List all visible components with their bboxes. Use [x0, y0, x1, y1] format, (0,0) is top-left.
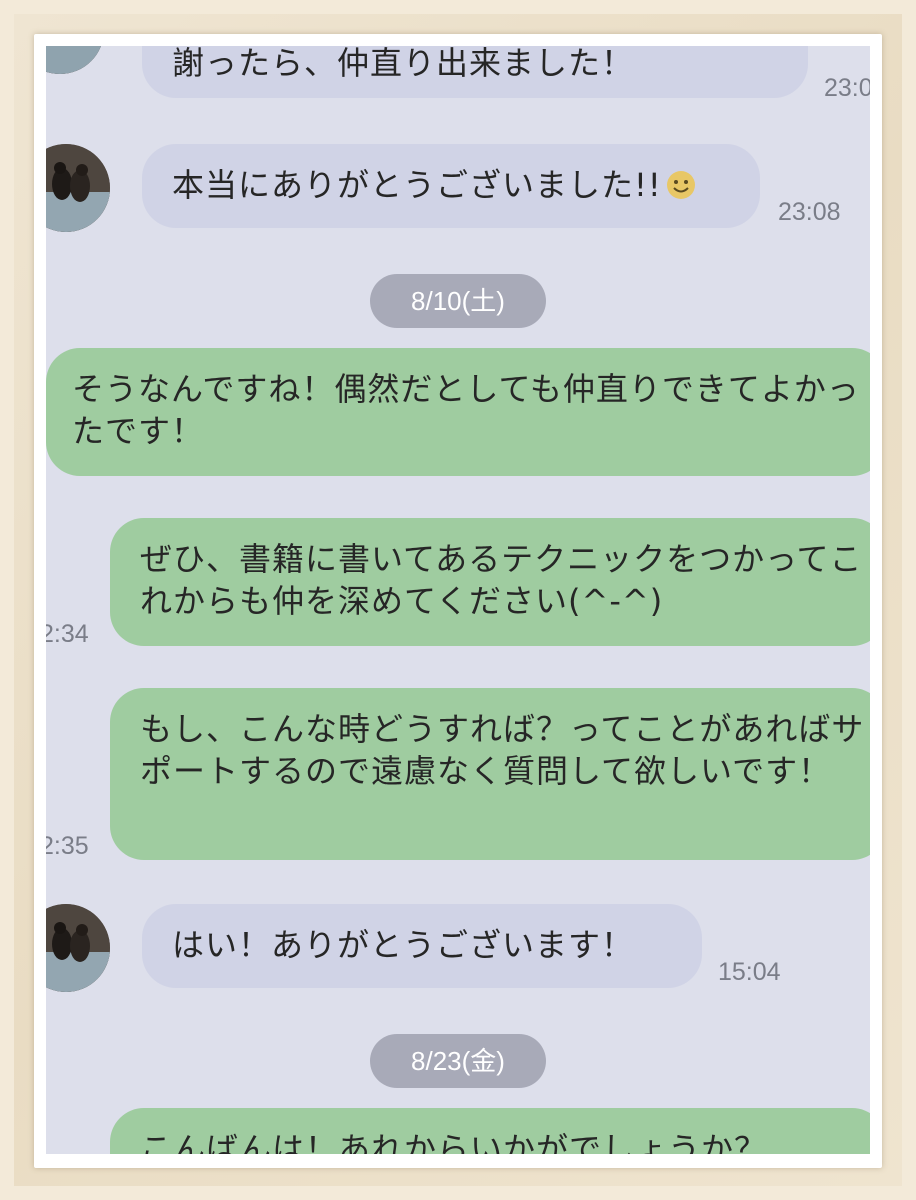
message-text: もし、こんな時どうすれば？ってことがあればサポートするので遠慮なく質問して欲しい…	[140, 710, 865, 790]
message-time: 2:35	[46, 832, 89, 860]
date-separator: 8/23(金)	[370, 1034, 546, 1088]
smiley-icon	[666, 171, 695, 199]
message-text: こんばんは！あれからいかがでしょうか？	[140, 1130, 768, 1154]
avatar[interactable]	[46, 904, 110, 992]
bird-avatar-icon	[46, 904, 110, 992]
message-text: 本当にありがとうございました!!	[172, 164, 740, 206]
message-time: 23:0	[824, 74, 870, 102]
message-text: ぜひ、書籍に書いてあるテクニックをつかってこれからも仲を深めてください(^-^)	[140, 540, 863, 620]
message-text-content: 本当にありがとうございました!!	[172, 166, 662, 204]
message-bubble-outgoing[interactable]: そうなんですね！偶然だとしても仲直りできてよかったです！	[46, 348, 870, 476]
message-text: はい！ありがとうございます！	[172, 926, 635, 964]
message-time: 2:34	[46, 620, 89, 648]
message-bubble-incoming[interactable]: はい！ありがとうございます！	[142, 904, 702, 988]
message-text: 謝ったら、仲直り出来ました！	[172, 46, 635, 82]
avatar[interactable]	[46, 46, 104, 74]
message-time: 15:04	[718, 958, 781, 986]
message-bubble-outgoing[interactable]: もし、こんな時どうすれば？ってことがあればサポートするので遠慮なく質問して欲しい…	[110, 688, 870, 860]
message-bubble-incoming[interactable]: 謝ったら、仲直り出来ました！	[142, 46, 808, 98]
avatar[interactable]	[46, 144, 110, 232]
message-bubble-incoming[interactable]: 本当にありがとうございました!!	[142, 144, 760, 228]
chat-view[interactable]: 謝ったら、仲直り出来ました！ 23:0 本当にありがとうございました!! 23:…	[46, 46, 870, 1154]
date-separator: 8/10(土)	[370, 274, 546, 328]
message-text: そうなんですね！偶然だとしても仲直りできてよかったです！	[72, 370, 860, 450]
message-time: 23:08	[778, 198, 841, 226]
bird-avatar-icon	[46, 144, 110, 232]
message-bubble-outgoing[interactable]: ぜひ、書籍に書いてあるテクニックをつかってこれからも仲を深めてください(^-^)	[110, 518, 870, 646]
message-bubble-outgoing[interactable]: こんばんは！あれからいかがでしょうか？	[110, 1108, 870, 1154]
